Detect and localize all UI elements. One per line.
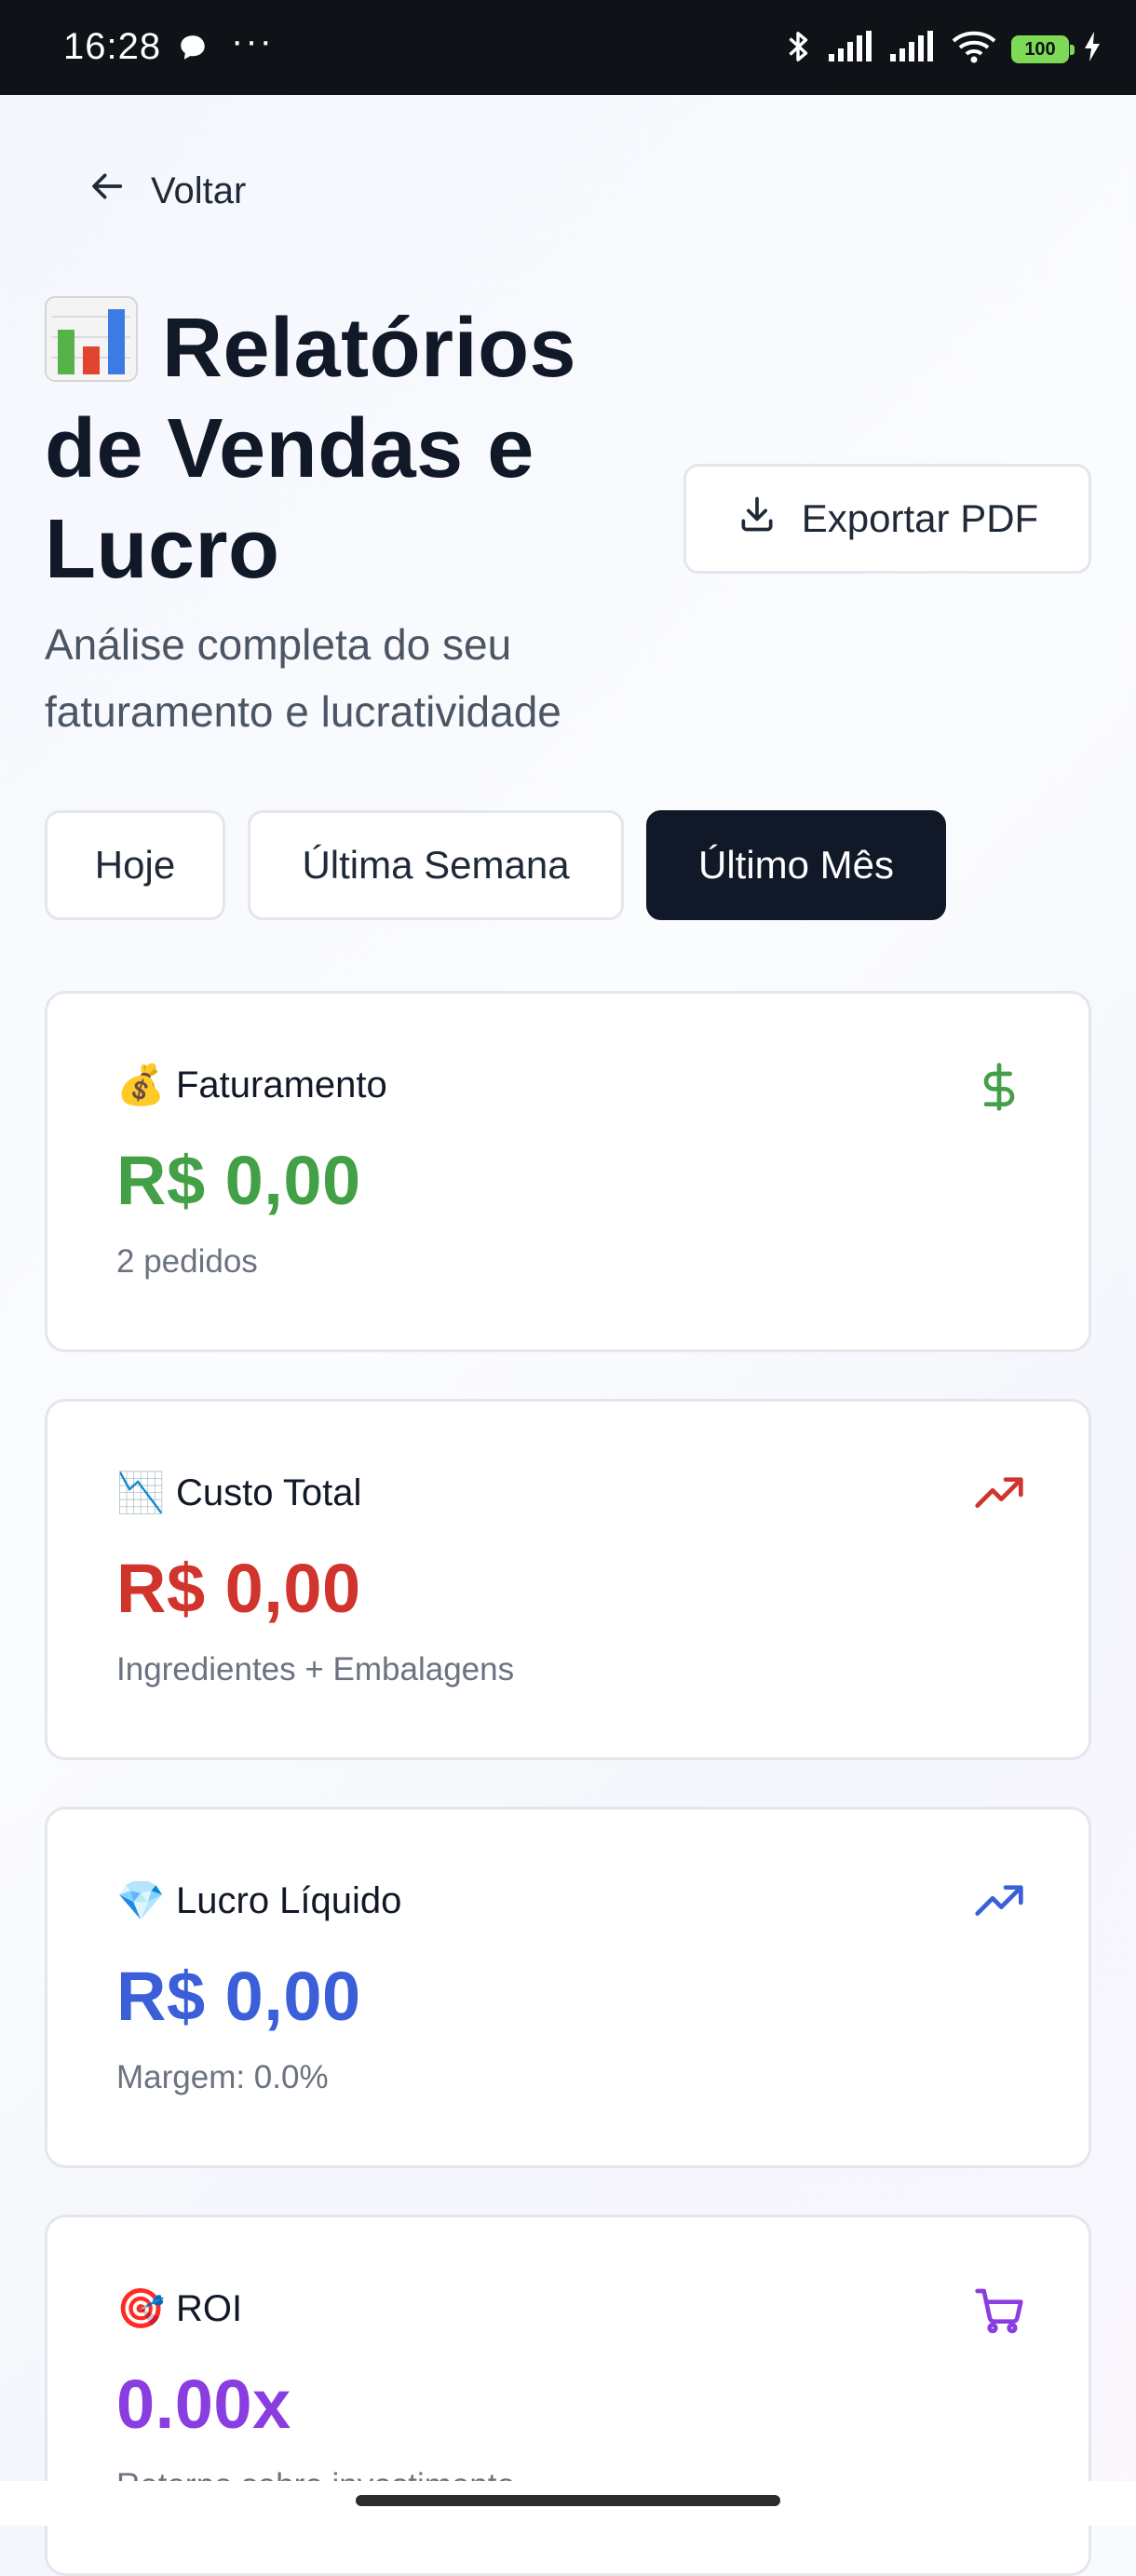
charging-icon [1082,30,1102,68]
card-label: 🎯 ROI [116,2286,242,2332]
card-value: R$ 0,00 [116,1142,361,1219]
dollar-icon [973,1061,1025,1113]
trending-up-icon [973,1877,1025,1929]
wifi-icon [950,28,998,70]
target-icon: 🎯 [116,2286,166,2330]
export-pdf-label: Exportar PDF [801,496,1039,540]
card-value: R$ 0,00 [116,1550,361,1627]
shopping-cart-icon [973,2285,1025,2337]
tab-hoje[interactable]: Hoje [45,810,225,920]
card-title: ROI [176,2288,243,2329]
export-pdf-button[interactable]: Exportar PDF [683,464,1091,574]
download-icon [737,494,778,544]
card-subtext: Ingredientes + Embalagens [116,1651,515,1688]
tab-label: Hoje [94,843,176,887]
status-more-dots: ··· [231,20,274,61]
back-button[interactable]: Voltar [89,168,246,214]
battery-icon: 100 [1011,34,1075,63]
card-title: Lucro Líquido [176,1880,402,1921]
bluetooth-icon [782,28,814,70]
signal-icon [827,30,875,68]
bar-chart-icon [45,296,138,382]
card-value: 0.00x [116,2366,291,2443]
tab-ultima-semana[interactable]: Última Semana [248,810,624,920]
signal-icon [888,30,937,68]
faturamento-card: 💰 Faturamento R$ 0,00 2 pedidos [45,991,1091,1352]
lucro-liquido-card: 💎 Lucro Líquido R$ 0,00 Margem: 0.0% [45,1807,1091,2168]
card-label: 💎 Lucro Líquido [116,1878,401,1924]
chat-bubble-icon [177,32,209,68]
status-time: 16:28 [63,26,162,67]
gem-icon: 💎 [116,1878,166,1922]
card-label: 📉 Custo Total [116,1471,361,1516]
custo-total-card: 📉 Custo Total R$ 0,00 Ingredientes + Emb… [45,1399,1091,1760]
back-label: Voltar [151,169,247,211]
page-title: Relatórios de Vendas e Lucro [45,296,641,600]
card-value: R$ 0,00 [116,1958,361,2035]
status-bar: 16:28 ··· 100 [0,0,1136,95]
card-title: Faturamento [176,1064,387,1105]
tab-label: Última Semana [302,843,570,887]
trending-up-icon [973,1469,1025,1521]
tab-ultimo-mes[interactable]: Último Mês [646,810,946,920]
card-subtext: 2 pedidos [116,1243,258,1280]
tab-label: Último Mês [697,843,895,887]
home-indicator[interactable] [356,2495,780,2506]
card-label: 💰 Faturamento [116,1063,387,1108]
arrow-left-icon [89,168,127,214]
chart-decreasing-icon: 📉 [116,1471,166,1514]
money-bag-icon: 💰 [116,1063,166,1106]
card-subtext: Margem: 0.0% [116,2059,329,2095]
page-subtitle: Análise completa do seu faturamento e lu… [45,620,561,736]
card-title: Custo Total [176,1472,362,1513]
